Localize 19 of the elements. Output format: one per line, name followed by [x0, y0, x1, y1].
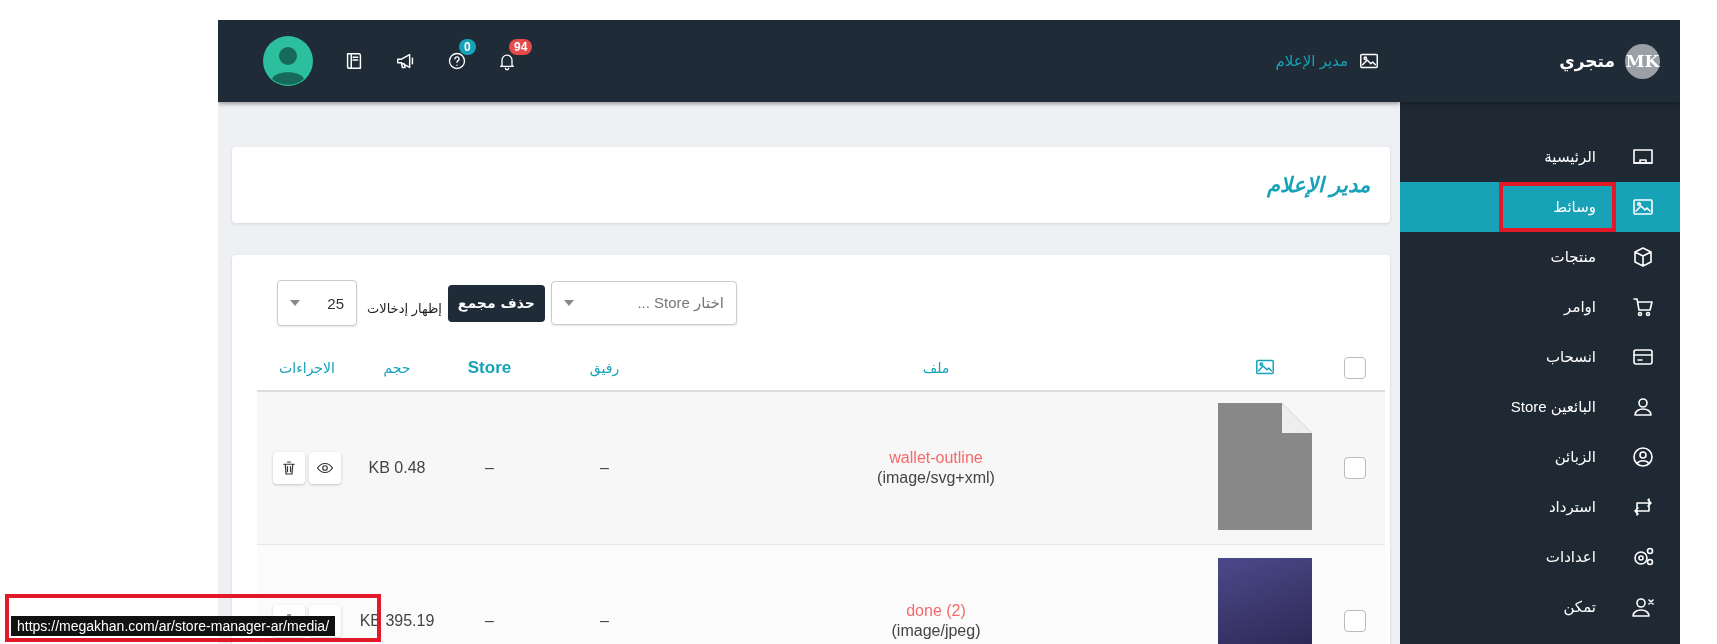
mime-type: (image/jpeg) [891, 622, 981, 640]
table-cell-text: – [599, 612, 610, 630]
column-header: حجم [382, 360, 412, 376]
mime-type: (image/svg+xml) [877, 469, 995, 487]
table-cell-text: – [484, 459, 495, 477]
brand-avatar: MK [1625, 43, 1660, 79]
file-size: KB 0.48 [367, 459, 427, 477]
notification-badge: 94 [509, 39, 533, 55]
status-url-tooltip: https://megakhan.com/ar/store-manager-ar/media/ [11, 616, 336, 636]
page-title: مدير الإعلام [1267, 173, 1370, 197]
notification-badge: 0 [459, 39, 476, 55]
column-header: ملف [921, 360, 951, 376]
column-header: Store [466, 358, 513, 378]
column-header: رفيق [588, 360, 621, 376]
table-cell-text: – [599, 459, 610, 477]
column-header: الاجراءات [278, 360, 336, 376]
entries-label: إظهار إدخالات [367, 300, 442, 316]
table-cell-text: – [484, 612, 495, 630]
brand-name: متجري [1559, 50, 1615, 72]
